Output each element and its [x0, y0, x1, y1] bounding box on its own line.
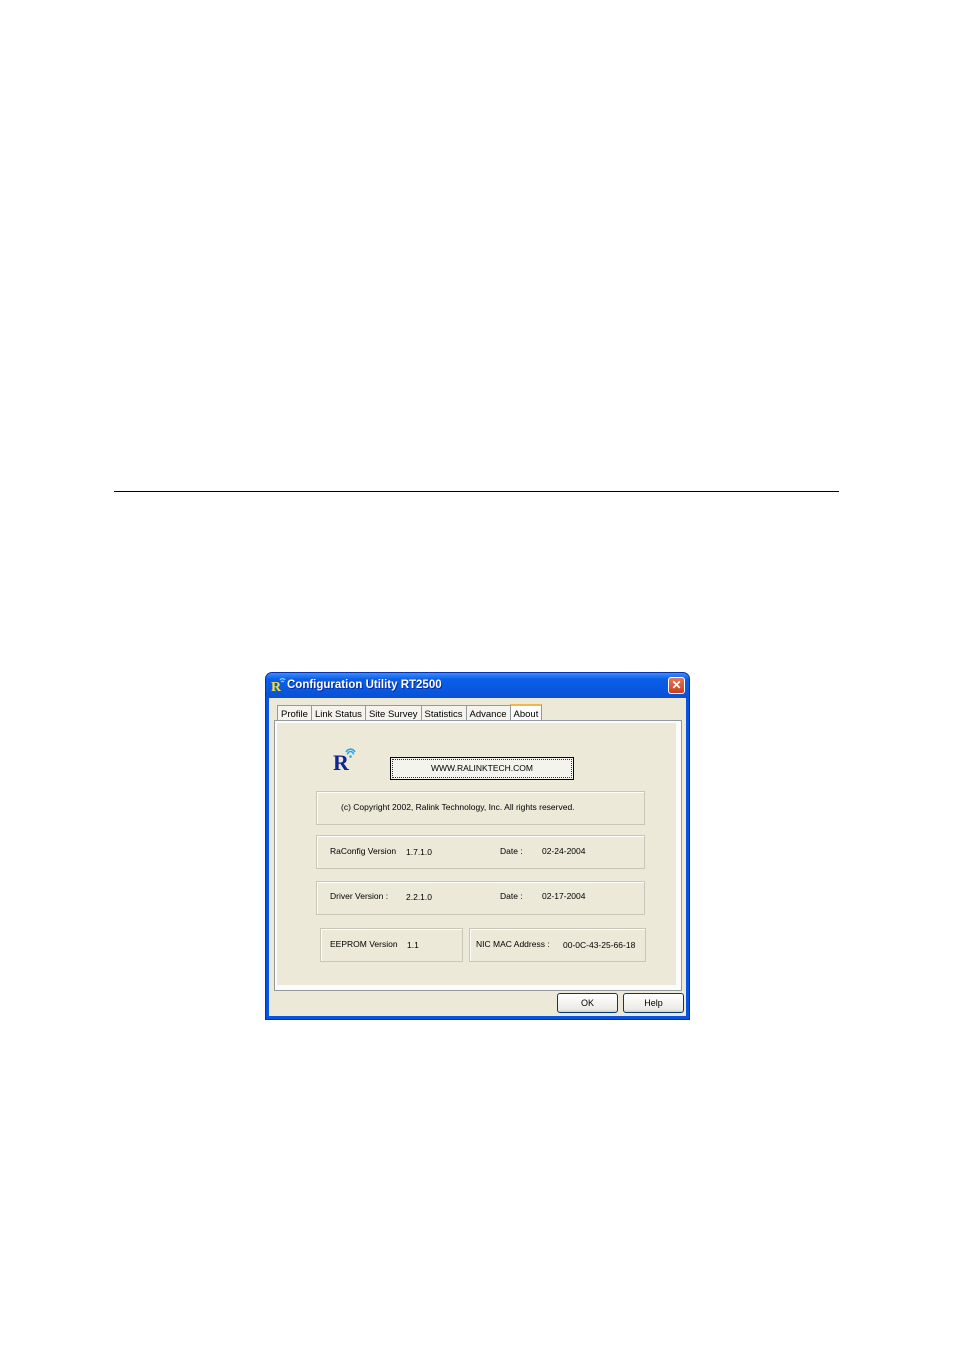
window-client: Profile Link Status Site Survey Statistics A…	[269, 698, 686, 1016]
raconfig-version-value: 1.7.1.0	[406, 847, 432, 857]
tab-site-survey[interactable]: Site Survey	[364, 705, 422, 721]
eeprom-version-value: 1.1	[407, 940, 419, 950]
eeprom-version-group: EEPROM Version 1.1	[320, 928, 463, 962]
window-title: Configuration Utility RT2500	[287, 679, 442, 691]
driver-version-value: 2.2.1.0	[406, 892, 432, 902]
raconfig-version-label: RaConfig Version	[330, 846, 397, 856]
ralink-logo: R	[333, 748, 356, 772]
copyright-group: (c) Copyright 2002, Ralink Technology, I…	[316, 791, 645, 825]
about-panel: R WWW.RALINKTECH.COM (c) Copyright 2002,…	[274, 720, 682, 991]
driver-date-value: 02-17-2004	[542, 891, 586, 901]
mac-address-group: NIC MAC Address : 00-0C-43-25-66-18	[469, 928, 646, 962]
copyright-text: (c) Copyright 2002, Ralink Technology, I…	[341, 802, 575, 812]
tab-strip: Profile Link Status Site Survey Statistics A…	[277, 703, 543, 722]
tab-advance[interactable]: Advance	[465, 705, 511, 721]
website-button[interactable]: WWW.RALINKTECH.COM	[390, 757, 574, 780]
driver-date-label: Date :	[500, 891, 523, 901]
raconfig-date-value: 02-24-2004	[542, 846, 586, 856]
close-icon[interactable]: ✕	[668, 677, 685, 694]
ok-button[interactable]: OK	[557, 993, 618, 1013]
help-button[interactable]: Help	[623, 993, 684, 1013]
eeprom-version-label: EEPROM Version	[330, 939, 398, 949]
driver-version-label: Driver Version :	[330, 891, 389, 901]
page-divider	[114, 491, 839, 492]
mac-address-label: NIC MAC Address :	[476, 939, 550, 949]
raconfig-date-label: Date :	[500, 846, 523, 856]
tab-link-status[interactable]: Link Status	[310, 705, 366, 721]
raconfig-version-group: RaConfig Version 1.7.1.0 Date : 02-24-20…	[316, 835, 645, 869]
title-bar[interactable]: R Configuration Utility RT2500 ✕	[266, 673, 689, 698]
config-utility-window: R Configuration Utility RT2500 ✕ Profile…	[265, 672, 690, 1020]
svg-text:R: R	[271, 680, 282, 693]
ralink-logo-icon: R	[271, 678, 286, 693]
tab-profile[interactable]: Profile	[277, 705, 312, 721]
driver-version-group: Driver Version : 2.2.1.0 Date : 02-17-20…	[316, 881, 645, 915]
mac-address-value: 00-0C-43-25-66-18	[563, 940, 636, 950]
tab-statistics[interactable]: Statistics	[420, 705, 467, 721]
about-panel-body: R WWW.RALINKTECH.COM (c) Copyright 2002,…	[277, 723, 676, 985]
